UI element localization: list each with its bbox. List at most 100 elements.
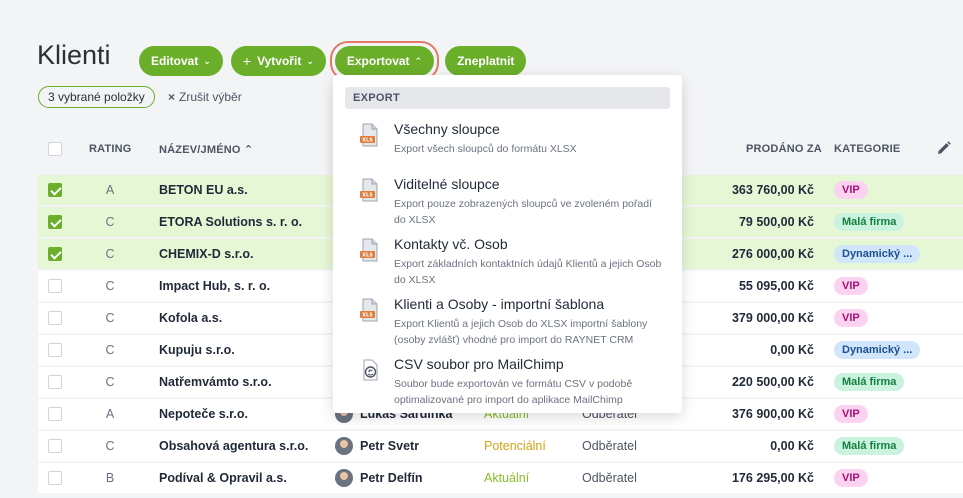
row-amount: 176 295,00 Kč	[731, 471, 814, 485]
select-all-checkbox[interactable]	[48, 142, 62, 156]
export-item-description: Export základních kontaktních údajů Klie…	[394, 258, 662, 286]
row-name[interactable]: Impact Hub, s. r. o.	[159, 279, 270, 293]
row-rating: C	[105, 375, 115, 389]
row-checkbox[interactable]	[48, 471, 62, 485]
row-amount: 0,00 Kč	[770, 439, 814, 453]
avatar	[335, 437, 353, 455]
export-item-title: Klienti a Osoby - importní šablona	[394, 296, 605, 312]
svg-text:XLS: XLS	[362, 253, 373, 259]
category-badge: Malá firma	[834, 437, 905, 455]
row-checkbox[interactable]	[48, 279, 62, 293]
category-badge: Malá firma	[834, 373, 905, 391]
row-checkbox[interactable]	[48, 247, 62, 261]
export-item-description: Export všech sloupců do formátu XLSX	[394, 143, 577, 155]
row-name[interactable]: CHEMIX-D s.r.o.	[159, 247, 253, 261]
create-button-label: Vytvořit	[257, 54, 302, 68]
export-button[interactable]: Exportovat ⌃	[334, 46, 435, 76]
avatar	[335, 469, 353, 487]
invalidate-button[interactable]: Zneplatnit	[445, 46, 527, 76]
mailchimp-icon	[363, 359, 378, 381]
table-row[interactable]: B Podíval & Opravil a.s. Petr Delfín Aktuál…	[38, 463, 963, 493]
table-row[interactable]: C Obsahová agentura s.r.o. Petr Svetr Poten…	[38, 431, 963, 461]
category-badge: Dynamický ...	[834, 245, 921, 263]
row-person-name: Petr Delfín	[360, 471, 423, 485]
chevron-up-icon: ⌃	[414, 55, 423, 66]
edit-button[interactable]: Editovat ⌄	[139, 46, 223, 76]
export-item-title: Viditelné sloupce	[394, 176, 500, 192]
export-item-description: Soubor bude exportován ve formátu CSV v …	[394, 378, 633, 406]
chevron-down-icon: ⌄	[203, 55, 211, 66]
edit-button-label: Editovat	[151, 54, 199, 68]
export-item-title: Všechny sloupce	[394, 121, 500, 137]
row-person[interactable]: Petr Delfín	[335, 469, 423, 487]
row-name[interactable]: Obsahová agentura s.r.o.	[159, 439, 308, 453]
row-rating: C	[105, 439, 115, 453]
category-badge: Dynamický ...	[834, 341, 921, 359]
export-menu-item[interactable]: XLS Viditelné sloupce Export pouze zobraz…	[333, 176, 682, 228]
row-amount: 79 500,00 Kč	[738, 215, 814, 229]
row-amount: 220 500,00 Kč	[731, 375, 814, 389]
row-name[interactable]: Podíval & Opravil a.s.	[159, 471, 287, 485]
svg-text:XLS: XLS	[362, 138, 373, 144]
row-person[interactable]: Petr Svetr	[335, 437, 419, 455]
sort-asc-icon: ⌃	[243, 144, 254, 156]
header-name-label: NÁZEV/JMÉNO	[159, 144, 241, 156]
row-checkbox[interactable]	[48, 183, 62, 197]
export-menu-item[interactable]: XLS Všechny sloupce Export všech sloupců …	[333, 121, 682, 173]
row-amount: 276 000,00 Kč	[731, 247, 814, 261]
header-sold[interactable]: PRODÁNO ZA	[746, 143, 822, 155]
row-rating: B	[105, 471, 115, 485]
row-role: Odběratel	[582, 439, 637, 453]
export-item-description: Export pouze zobrazených sloupců ve zvol…	[394, 198, 652, 226]
row-checkbox[interactable]	[48, 375, 62, 389]
row-checkbox[interactable]	[48, 439, 62, 453]
invalidate-button-label: Zneplatnit	[457, 54, 515, 68]
category-badge: VIP	[834, 309, 868, 327]
row-checkbox[interactable]	[48, 311, 62, 325]
export-menu-item[interactable]: CSV soubor pro MailChimp Soubor bude expo…	[333, 356, 682, 408]
row-rating: A	[105, 407, 115, 421]
row-amount: 379 000,00 Kč	[731, 311, 814, 325]
header-rating[interactable]: RATING	[89, 143, 132, 155]
row-name[interactable]: Kofola a.s.	[159, 311, 222, 325]
clear-selection-label: Zrušit výběr	[179, 90, 242, 104]
row-name[interactable]: Nepoteče s.r.o.	[159, 407, 248, 421]
chevron-down-icon: ⌄	[306, 55, 314, 66]
selected-count-badge: 3 vybrané položky	[38, 86, 155, 108]
row-name[interactable]: BETON EU a.s.	[159, 183, 248, 197]
svg-text:XLS: XLS	[362, 313, 373, 319]
create-button[interactable]: + Vytvořit ⌄	[230, 46, 326, 76]
row-person-name: Petr Svetr	[360, 439, 420, 453]
category-badge: Malá firma	[834, 213, 905, 231]
svg-text:XLS: XLS	[362, 193, 373, 199]
row-checkbox[interactable]	[48, 407, 62, 421]
header-name[interactable]: NÁZEV/JMÉNO ⌃	[159, 143, 253, 156]
export-item-title: CSV soubor pro MailChimp	[394, 356, 564, 372]
row-name[interactable]: Natřemvámto s.r.o.	[159, 375, 272, 389]
pencil-icon[interactable]	[936, 140, 952, 156]
row-rating: C	[105, 279, 115, 293]
category-badge: VIP	[834, 181, 868, 199]
row-rating: C	[105, 311, 115, 325]
row-status: Potenciální	[484, 439, 546, 453]
row-amount: 55 095,00 Kč	[738, 279, 814, 293]
xls-file-icon: XLS	[360, 298, 378, 322]
clear-selection-button[interactable]: × Zrušit výběr	[168, 90, 242, 104]
export-menu-item[interactable]: XLS Kontakty vč. Osob Export základních k…	[333, 236, 682, 288]
category-badge: VIP	[834, 277, 868, 295]
header-category[interactable]: KATEGORIE	[834, 143, 900, 155]
row-name[interactable]: ETORA Solutions s. r. o.	[159, 215, 302, 229]
export-menu-item[interactable]: XLS Klienti a Osoby - importní šablona Ex…	[333, 296, 682, 348]
row-checkbox[interactable]	[48, 343, 62, 357]
category-badge: VIP	[834, 405, 868, 423]
xls-file-icon: XLS	[360, 178, 378, 202]
row-amount: 0,00 Kč	[770, 343, 814, 357]
plus-icon: +	[242, 53, 252, 69]
row-role: Odběratel	[582, 471, 637, 485]
export-item-description: Export Klientů a jejich Osob do XLSX imp…	[394, 318, 648, 346]
row-name[interactable]: Kupuju s.r.o.	[159, 343, 235, 357]
export-dropdown-menu: EXPORT XLS Všechny sloupce Export všech s…	[333, 75, 682, 413]
row-rating: A	[105, 183, 115, 197]
row-checkbox[interactable]	[48, 215, 62, 229]
page-title: Klienti	[37, 40, 111, 70]
